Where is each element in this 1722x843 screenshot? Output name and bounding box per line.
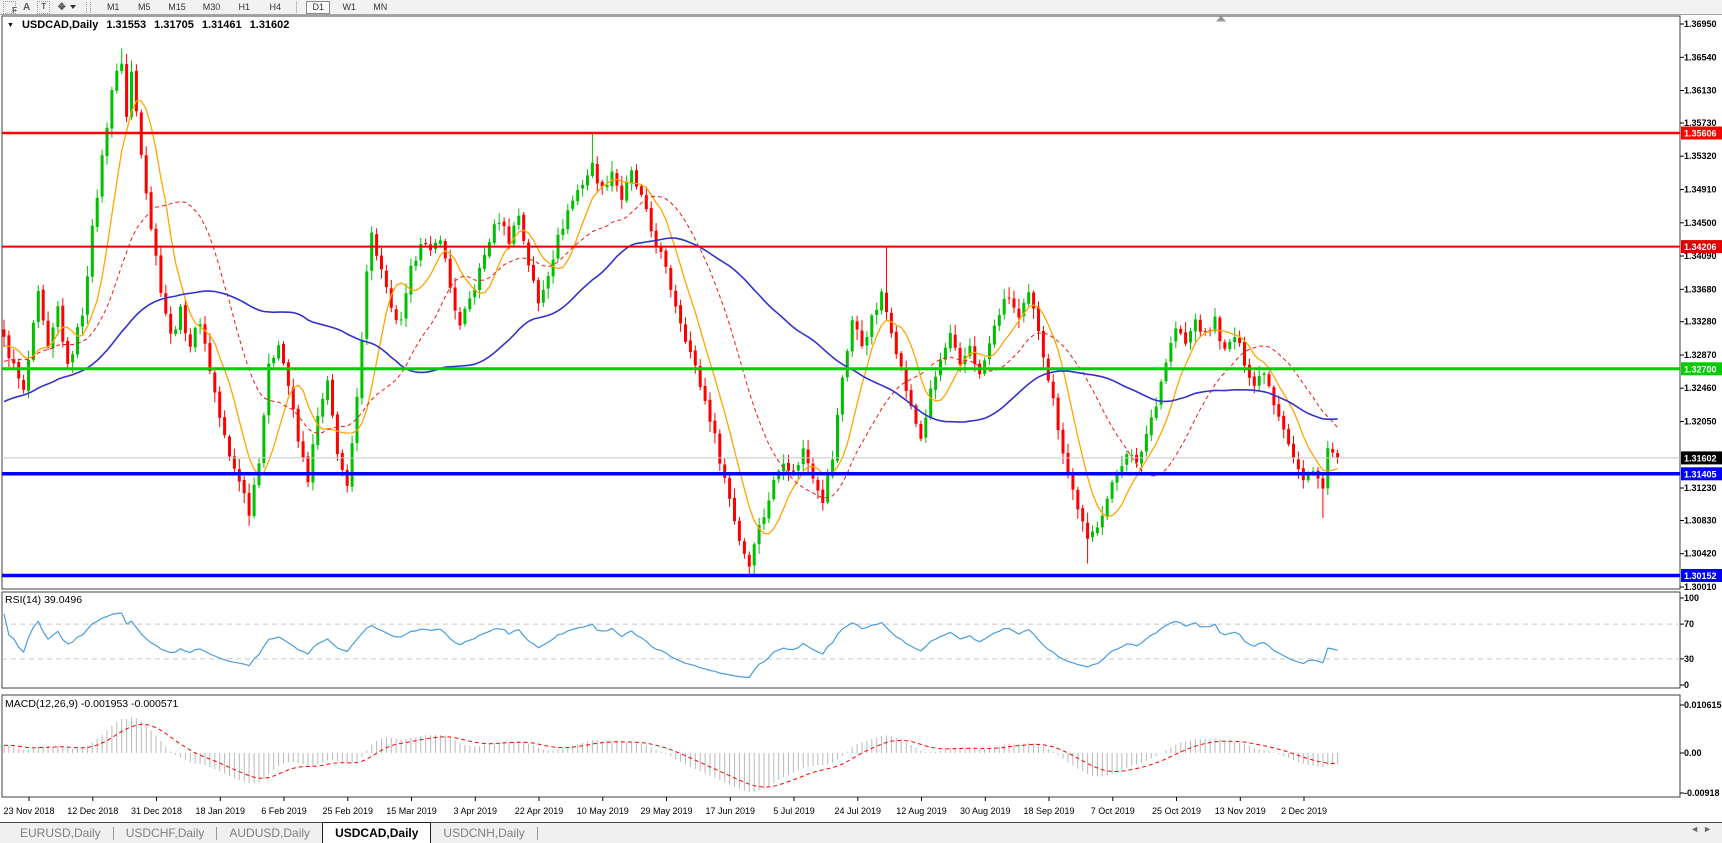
svg-text:1.31405: 1.31405 xyxy=(1684,469,1717,479)
svg-text:1.33280: 1.33280 xyxy=(1684,317,1717,327)
svg-text:12 Dec 2018: 12 Dec 2018 xyxy=(67,806,118,816)
price-axis: 1.369501.365401.361301.357301.353201.349… xyxy=(1680,19,1722,592)
svg-text:25 Oct 2019: 25 Oct 2019 xyxy=(1152,806,1201,816)
tab-separator xyxy=(536,826,538,840)
svg-text:12 Aug 2019: 12 Aug 2019 xyxy=(896,806,947,816)
tab-scroll-right-icon[interactable]: ► xyxy=(1703,824,1716,834)
open-value: 1.31553 xyxy=(106,19,147,31)
candles xyxy=(2,48,1340,576)
collapse-triangle-icon[interactable]: ▼ xyxy=(7,20,14,31)
svg-text:2 Dec 2019: 2 Dec 2019 xyxy=(1281,806,1327,816)
svg-text:22 Apr 2019: 22 Apr 2019 xyxy=(515,806,564,816)
svg-text:1.34500: 1.34500 xyxy=(1684,218,1717,228)
svg-text:1.32460: 1.32460 xyxy=(1684,383,1717,393)
svg-text:100: 100 xyxy=(1684,593,1699,603)
svg-text:1.36540: 1.36540 xyxy=(1684,52,1717,62)
svg-text:18 Sep 2019: 18 Sep 2019 xyxy=(1023,806,1074,816)
macd-indicator-label: MACD(12,26,9) -0.001953 -0.000571 xyxy=(5,698,179,710)
tab-scroll-left-icon[interactable]: ◄ xyxy=(1690,824,1703,834)
svg-text:1.32700: 1.32700 xyxy=(1684,364,1717,374)
svg-text:24 Jul 2019: 24 Jul 2019 xyxy=(835,806,882,816)
svg-text:7 Oct 2019: 7 Oct 2019 xyxy=(1091,806,1135,816)
svg-text:13 Nov 2019: 13 Nov 2019 xyxy=(1215,806,1266,816)
svg-text:70: 70 xyxy=(1684,619,1694,629)
svg-text:10 May 2019: 10 May 2019 xyxy=(577,806,629,816)
svg-text:1.34910: 1.34910 xyxy=(1684,185,1717,195)
svg-text:-0.00918: -0.00918 xyxy=(1684,788,1720,798)
tab-eurusd-daily[interactable]: EURUSD,Daily xyxy=(8,824,113,843)
svg-text:1.33680: 1.33680 xyxy=(1684,284,1717,294)
svg-text:5 Jul 2019: 5 Jul 2019 xyxy=(773,806,815,816)
svg-text:25 Feb 2019: 25 Feb 2019 xyxy=(323,806,374,816)
close-value: 1.31602 xyxy=(249,19,290,31)
svg-text:17 Jun 2019: 17 Jun 2019 xyxy=(706,806,756,816)
svg-text:1.31602: 1.31602 xyxy=(1684,453,1717,463)
svg-text:15 Mar 2019: 15 Mar 2019 xyxy=(386,806,437,816)
low-value: 1.31461 xyxy=(201,19,242,31)
svg-text:6 Feb 2019: 6 Feb 2019 xyxy=(261,806,307,816)
tab-usdchf-daily[interactable]: USDCHF,Daily xyxy=(114,824,217,843)
svg-text:30 Aug 2019: 30 Aug 2019 xyxy=(960,806,1011,816)
date-axis: 23 Nov 2018 12 Dec 2018 31 Dec 2018 18 Jan … xyxy=(3,797,1327,816)
tab-scroll-arrows: ◄► xyxy=(1690,824,1716,834)
tab-usdcnh-daily[interactable]: USDCNH,Daily xyxy=(431,824,536,843)
rsi-pane: 100 70 30 0 xyxy=(2,593,1699,690)
svg-text:23 Nov 2018: 23 Nov 2018 xyxy=(3,806,54,816)
mt4-window: F A T ❖ M1 M5 M15 M30 H1 H4 D1 W1 MN 1.3… xyxy=(0,0,1722,843)
svg-text:1.32050: 1.32050 xyxy=(1684,417,1717,427)
svg-text:1.36130: 1.36130 xyxy=(1684,86,1717,96)
svg-text:1.31230: 1.31230 xyxy=(1684,483,1717,493)
tab-audusd-daily[interactable]: AUDUSD,Daily xyxy=(217,824,322,843)
svg-text:0.00: 0.00 xyxy=(1684,748,1702,758)
svg-text:31 Dec 2018: 31 Dec 2018 xyxy=(131,806,182,816)
svg-text:1.30010: 1.30010 xyxy=(1684,582,1717,592)
svg-text:30: 30 xyxy=(1684,654,1694,664)
tab-usdcad-daily[interactable]: USDCAD,Daily xyxy=(322,822,432,843)
svg-text:1.36950: 1.36950 xyxy=(1684,19,1717,29)
svg-text:1.35606: 1.35606 xyxy=(1684,129,1717,139)
svg-text:1.30830: 1.30830 xyxy=(1684,516,1717,526)
symbol-period-label: USDCAD,Daily xyxy=(21,19,99,31)
chart-title: ▼ USDCAD,Daily 1.31553 1.31705 1.31461 1… xyxy=(7,19,289,31)
moving-averages xyxy=(3,100,1338,535)
svg-text:1.30152: 1.30152 xyxy=(1684,571,1717,581)
high-value: 1.31705 xyxy=(154,19,194,31)
macd-pane: 0.010615 0.00 -0.00918 xyxy=(3,700,1722,798)
svg-text:0: 0 xyxy=(1684,680,1689,690)
svg-text:1.32870: 1.32870 xyxy=(1684,350,1717,360)
rsi-indicator-label: RSI(14) 39.0496 xyxy=(5,594,83,606)
svg-text:1.30420: 1.30420 xyxy=(1684,549,1717,559)
svg-text:3 Apr 2019: 3 Apr 2019 xyxy=(454,806,498,816)
svg-text:18 Jan 2019: 18 Jan 2019 xyxy=(196,806,246,816)
svg-text:29 May 2019: 29 May 2019 xyxy=(640,806,692,816)
svg-text:0.010615: 0.010615 xyxy=(1684,700,1722,710)
price-chart-svg[interactable]: 1.369501.365401.361301.357301.353201.349… xyxy=(0,0,1722,843)
svg-text:1.35320: 1.35320 xyxy=(1684,151,1717,161)
svg-text:1.34206: 1.34206 xyxy=(1684,242,1717,252)
symbol-tabbar: EURUSD,Daily USDCHF,Daily AUDUSD,Daily U… xyxy=(0,822,1722,843)
